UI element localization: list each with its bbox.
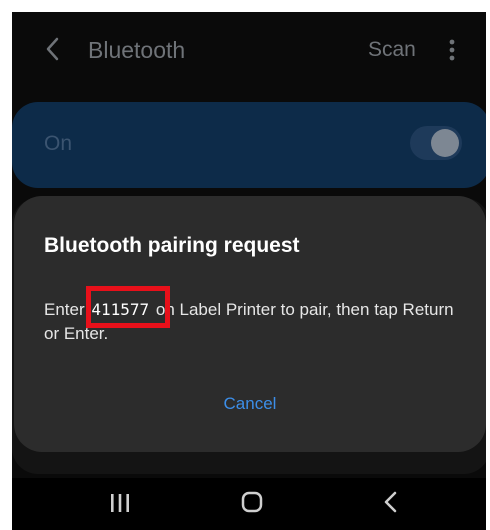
message-prefix: Enter — [44, 300, 90, 319]
toggle-knob — [431, 129, 459, 157]
chevron-left-icon[interactable] — [42, 34, 64, 64]
pairing-dialog: Bluetooth pairing request Enter 411577 o… — [14, 196, 486, 452]
phone-screen: Bluetooth Scan On Bluetooth pairing requ… — [12, 12, 486, 530]
page-title: Bluetooth — [88, 37, 186, 63]
recents-icon[interactable] — [108, 492, 132, 514]
scan-button[interactable]: Scan — [368, 36, 416, 64]
bluetooth-toggle-row[interactable]: On — [12, 102, 486, 188]
app-bar: Bluetooth Scan — [12, 12, 486, 88]
more-vert-icon[interactable] — [442, 36, 462, 64]
pin-highlight-box — [86, 286, 170, 328]
cancel-button[interactable]: Cancel — [14, 394, 486, 414]
home-icon[interactable] — [240, 490, 264, 514]
navigation-bar — [12, 478, 486, 530]
dialog-title: Bluetooth pairing request — [44, 234, 300, 257]
bluetooth-toggle[interactable] — [410, 126, 462, 160]
toggle-label: On — [44, 132, 73, 155]
nav-back-icon[interactable] — [382, 490, 400, 514]
